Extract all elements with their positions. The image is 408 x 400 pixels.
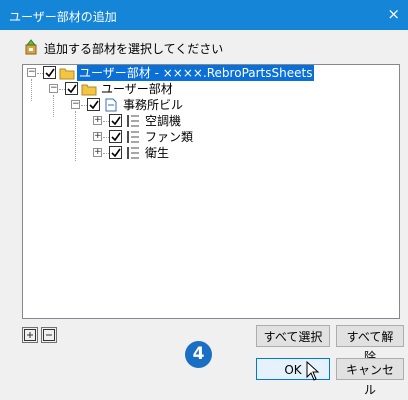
expand-all-icon bbox=[24, 329, 36, 341]
check-icon bbox=[45, 68, 55, 78]
collapse-toggle[interactable]: − bbox=[49, 84, 58, 93]
check-icon bbox=[111, 116, 121, 126]
tree-node-label: 衛生 bbox=[145, 146, 170, 160]
parts-icon bbox=[25, 39, 37, 55]
tree-node-label: ユーザー部材 bbox=[101, 82, 173, 96]
tree-node-label: 事務所ビル bbox=[123, 98, 184, 112]
collapse-toggle[interactable]: − bbox=[71, 100, 80, 109]
check-icon bbox=[89, 100, 99, 110]
list-icon bbox=[127, 115, 139, 127]
collapse-all-button[interactable] bbox=[41, 327, 57, 343]
folder-icon bbox=[59, 68, 75, 80]
select-all-button[interactable]: すべて選択 bbox=[256, 325, 330, 347]
document-icon bbox=[105, 98, 117, 112]
tree-node-label: ユーザー部材 - ××××.RebroPartsSheets bbox=[77, 65, 315, 81]
node-checkbox[interactable] bbox=[109, 130, 122, 143]
step-badge: 4 bbox=[185, 341, 212, 368]
tree-connector bbox=[31, 79, 32, 101]
cancel-button[interactable]: キャンセル bbox=[336, 358, 404, 397]
node-checkbox[interactable] bbox=[65, 82, 78, 95]
tree-node-label: ファン類 bbox=[145, 130, 194, 144]
node-checkbox[interactable] bbox=[109, 114, 122, 127]
expand-all-button[interactable] bbox=[22, 327, 38, 343]
instruction-label: 追加する部材を選択してください bbox=[44, 42, 224, 56]
expand-toggle[interactable]: + bbox=[93, 148, 102, 157]
node-checkbox[interactable] bbox=[109, 146, 122, 159]
node-checkbox[interactable] bbox=[43, 66, 56, 79]
parts-tree[interactable]: − ユーザー部材 - ××××.RebroPartsSheets − ユーザー部… bbox=[22, 64, 400, 319]
deselect-all-button[interactable]: すべて解除 bbox=[336, 325, 404, 364]
title-bar: ユーザー部材の追加 × bbox=[0, 0, 408, 30]
close-icon[interactable]: × bbox=[387, 5, 400, 23]
expand-toggle[interactable]: + bbox=[93, 116, 102, 125]
expand-toggle[interactable]: + bbox=[93, 132, 102, 141]
node-checkbox[interactable] bbox=[87, 98, 100, 111]
tree-node-label: 空調機 bbox=[145, 114, 182, 128]
mouse-cursor-icon bbox=[306, 361, 320, 381]
list-icon bbox=[127, 147, 139, 159]
collapse-toggle[interactable]: − bbox=[27, 68, 36, 77]
check-icon bbox=[111, 132, 121, 142]
window-title: ユーザー部材の追加 bbox=[9, 10, 117, 24]
tree-connector bbox=[75, 111, 76, 161]
check-icon bbox=[111, 148, 121, 158]
check-icon bbox=[67, 84, 77, 94]
collapse-all-icon bbox=[43, 329, 55, 341]
folder-icon bbox=[81, 84, 97, 96]
list-icon bbox=[127, 131, 139, 143]
tree-connector bbox=[53, 95, 54, 117]
